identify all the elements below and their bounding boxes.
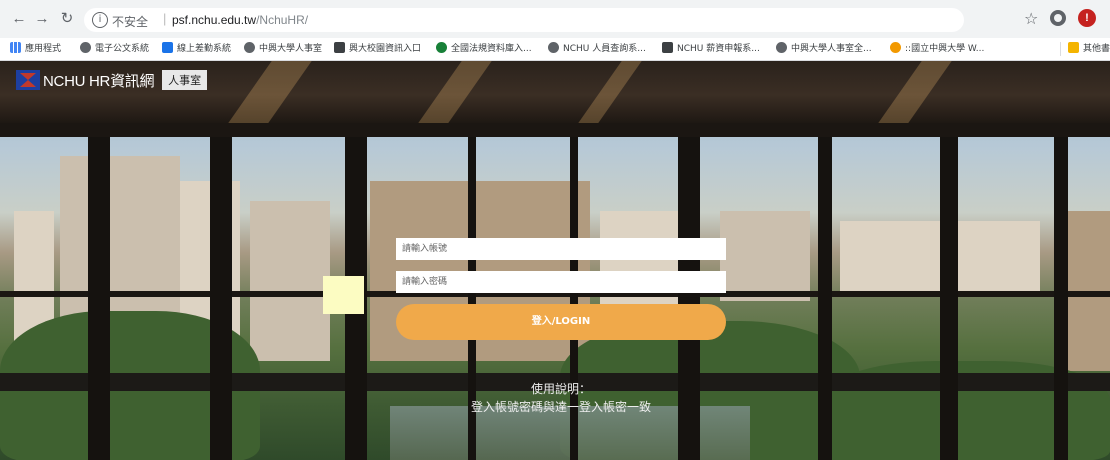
bookmark-label: 興大校園資訊入口 [349, 44, 422, 54]
folder-icon [1068, 42, 1079, 53]
background-building [720, 211, 810, 301]
ceiling-beam [878, 61, 952, 123]
nchu-icon [662, 42, 673, 53]
bookmark-item[interactable]: 全國法規資料庫入... [436, 41, 532, 57]
bookmark-item[interactable]: 中興大學人事室 [244, 41, 322, 57]
site-brand[interactable]: NCHU HR資訊網 人事室 [16, 69, 208, 91]
bookmark-star-icon[interactable]: ☆ [1024, 9, 1038, 28]
address-separator: | [163, 11, 167, 26]
bookmark-item[interactable]: NCHU 薪資申報系... [662, 41, 760, 57]
bookmark-label: 線上差勤系統 [177, 44, 232, 54]
globe-icon [244, 42, 255, 53]
bookmark-label: NCHU 人員查詢系... [563, 44, 646, 54]
address-bar[interactable]: i 不安全 | psf.nchu.edu.tw/NchuHR/ [84, 8, 964, 32]
back-icon[interactable]: ← [10, 10, 28, 28]
window-mullion [88, 137, 110, 460]
bookmark-folder-other[interactable]: 其他書 [1068, 41, 1110, 57]
site-title: NCHU HR資訊網 [43, 72, 155, 90]
profile-avatar[interactable]: ! [1078, 9, 1096, 27]
window-mullion [1054, 137, 1068, 460]
background-building [250, 201, 330, 361]
globe-icon [80, 42, 91, 53]
url-host: psf.nchu.edu.tw [172, 13, 257, 27]
ceiling-beam [578, 61, 642, 123]
help-title: 使用說明： [530, 382, 591, 396]
help-text: 登入帳號密碼與達一登入帳密一致 [470, 400, 651, 414]
orange-icon [890, 42, 901, 53]
bookmark-label: 全國法規資料庫入... [451, 44, 532, 54]
extension-icon[interactable] [1050, 10, 1066, 26]
reload-icon[interactable]: ↻ [58, 10, 76, 28]
bookmarks-divider [1060, 42, 1061, 56]
bookmark-label: 應用程式 [25, 44, 62, 54]
law-icon [436, 42, 447, 53]
window-mullion [818, 137, 832, 460]
login-page: NCHU HR資訊網 人事室 登入/LOGIN 使用說明： 登入帳號密碼與達一登… [0, 61, 1110, 460]
bookmark-item[interactable]: 興大校園資訊入口 [334, 41, 421, 57]
browser-toolbar: ← → ↻ i 不安全 | psf.nchu.edu.tw/NchuHR/ ☆ … [0, 0, 1110, 38]
url-text: psf.nchu.edu.tw/NchuHR/ [172, 13, 308, 27]
info-icon[interactable]: i [92, 12, 108, 28]
bookmark-label: ::國立中興大學 W... [905, 44, 985, 54]
bookmark-item[interactable]: NCHU 人員查詢系... [548, 41, 646, 57]
globe-icon [776, 42, 787, 53]
bookmark-label: 中興大學人事室全... [791, 44, 872, 54]
account-input[interactable] [396, 238, 726, 260]
ceiling-beam [228, 61, 312, 123]
security-label: 不安全 [112, 15, 149, 29]
ceiling-beam [418, 61, 492, 123]
url-path: /NchuHR/ [256, 13, 309, 27]
bookmark-label: 其他書 [1083, 44, 1110, 54]
login-button[interactable]: 登入/LOGIN [396, 304, 726, 340]
password-input[interactable] [396, 271, 726, 293]
nchu-logo-icon [16, 70, 40, 90]
bookmark-label: 電子公文系統 [95, 44, 150, 54]
apps-icon [10, 42, 21, 53]
bookmark-item[interactable]: 中興大學人事室全... [776, 41, 872, 57]
department-badge: 人事室 [162, 70, 208, 90]
bookmark-label: 中興大學人事室 [259, 44, 323, 54]
forward-icon[interactable]: → [33, 10, 51, 28]
bookmark-label: NCHU 薪資申報系... [677, 44, 760, 54]
bookmark-item[interactable]: 線上差勤系統 [162, 41, 231, 57]
bookmark-item[interactable]: ::國立中興大學 W... [890, 41, 984, 57]
bookmark-apps[interactable]: 應用程式 [10, 41, 61, 57]
window-mullion [940, 137, 958, 460]
window-ledge [0, 123, 1110, 137]
bookmarks-bar: 應用程式 電子公文系統 線上差勤系統 中興大學人事室 興大校園資訊入口 全國法規… [0, 38, 1110, 61]
nchu-icon [334, 42, 345, 53]
app-icon [162, 42, 173, 53]
window-mullion [210, 137, 232, 460]
bookmark-item[interactable]: 電子公文系統 [80, 41, 149, 57]
highlight-marker [323, 276, 364, 314]
globe-icon [548, 42, 559, 53]
